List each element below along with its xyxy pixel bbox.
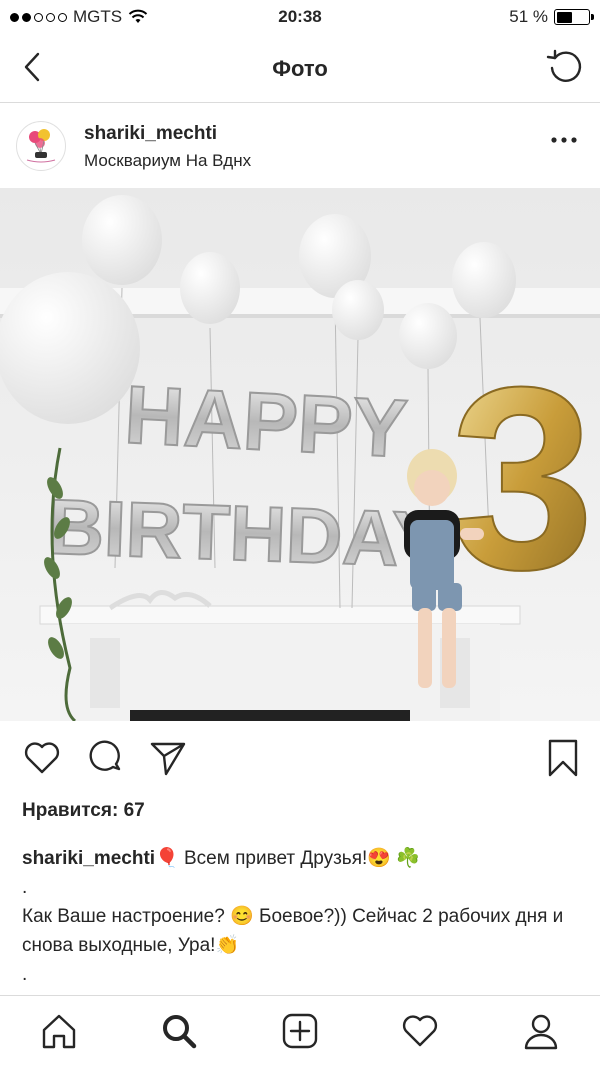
nav-bar: Фото <box>0 36 600 103</box>
post-actions <box>0 738 600 782</box>
happy-balloon-text: HAPPY <box>123 369 410 475</box>
search-icon[interactable] <box>160 1012 198 1050</box>
likes-count[interactable]: Нравится: 67 <box>22 800 145 822</box>
profile-icon[interactable] <box>522 1012 560 1050</box>
post-location[interactable]: Москвариум На Вднх <box>84 151 251 171</box>
refresh-button[interactable] <box>544 48 584 88</box>
new-post-plus-icon[interactable] <box>281 1012 319 1050</box>
status-right: 51 % <box>509 7 594 27</box>
status-bar: MGTS 20:38 51 % <box>0 0 600 36</box>
post-header: shariki_mechti Москвариум На Вднх <box>0 103 600 187</box>
post-photo[interactable]: HAPPY BIRTHDAY 3 <box>0 188 600 721</box>
home-icon[interactable] <box>40 1012 78 1050</box>
photo-illustration: HAPPY BIRTHDAY 3 <box>0 188 600 721</box>
caption-text-1: 🎈 Всем привет Друзья!😍 ☘️ <box>155 848 420 869</box>
caption-dot-1: . <box>22 877 28 898</box>
battery-icon <box>554 9 594 25</box>
share-send-icon[interactable] <box>148 738 188 778</box>
gold-number-balloon: 3 <box>450 334 595 624</box>
caption-text-2: Как Ваше настроение? 😊 Боевое?)) Сейчас … <box>22 906 564 956</box>
battery-percent: 51 % <box>509 7 548 26</box>
bottom-tab-bar <box>0 995 600 1066</box>
comment-icon[interactable] <box>86 738 126 778</box>
caption-line-1: shariki_mechti🎈 Всем привет Друзья!😍 ☘️ <box>22 844 582 873</box>
like-heart-icon[interactable] <box>22 738 62 778</box>
caption-dot-2: . <box>22 964 28 985</box>
caption-username[interactable]: shariki_mechti <box>22 848 155 869</box>
birthday-balloon-text: BIRTHDAY <box>46 482 445 584</box>
more-options-icon[interactable] <box>550 135 578 145</box>
bookmark-icon[interactable] <box>546 738 580 778</box>
avatar[interactable] <box>16 121 66 171</box>
post-username[interactable]: shariki_mechti <box>84 123 217 145</box>
balloons-logo-icon <box>26 129 56 163</box>
page-title: Фото <box>272 56 328 81</box>
activity-heart-icon[interactable] <box>400 1012 440 1050</box>
post-caption: shariki_mechti🎈 Всем привет Друзья!😍 ☘️ … <box>22 844 582 989</box>
